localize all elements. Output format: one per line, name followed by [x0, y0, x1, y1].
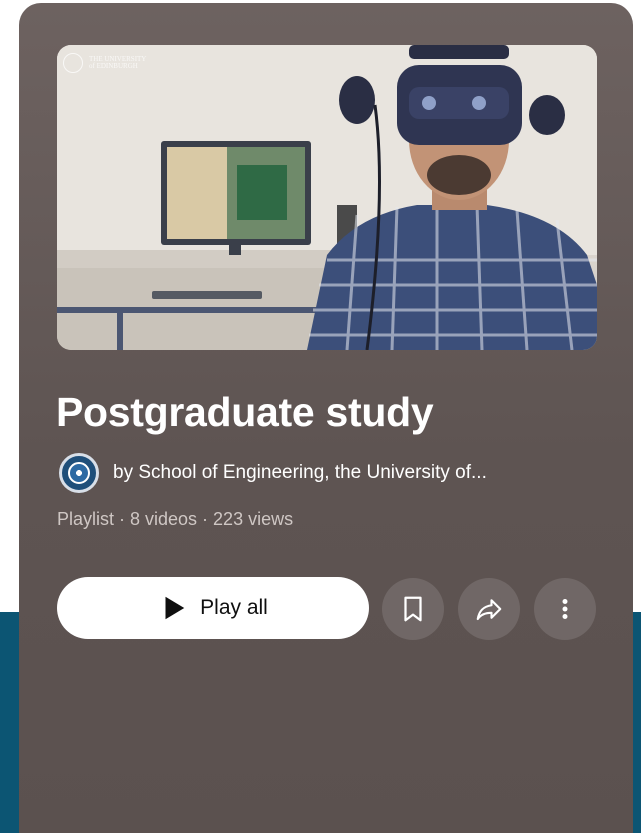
share-icon [476, 599, 502, 621]
play-all-label: Play all [200, 596, 268, 619]
playlist-meta: Playlist · 8 videos · 223 views [57, 509, 294, 529]
university-logo: THE UNIVERSITY of EDINBURGH [63, 53, 169, 73]
playlist-owner[interactable]: by School of Engineering, the University… [59, 453, 487, 493]
share-button[interactable] [458, 578, 520, 640]
play-icon [165, 596, 185, 620]
save-playlist-button[interactable] [382, 578, 444, 640]
play-all-button[interactable]: Play all [57, 577, 369, 639]
university-crest-icon [63, 53, 83, 73]
university-logo-text: THE UNIVERSITY of EDINBURGH [89, 55, 147, 70]
thumbnail-image [57, 45, 597, 350]
playlist-thumbnail[interactable]: THE UNIVERSITY of EDINBURGH [57, 45, 597, 350]
bookmark-icon [404, 596, 422, 622]
owner-name-link[interactable]: by School of Engineering, the University… [113, 462, 487, 484]
crest-icon [68, 462, 90, 484]
playlist-title: Postgraduate study [56, 389, 434, 435]
channel-avatar[interactable] [59, 453, 99, 493]
more-actions-button[interactable] [534, 578, 596, 640]
playlist-header-card: THE UNIVERSITY of EDINBURGH Postgraduate… [19, 3, 633, 833]
more-vert-icon [562, 599, 568, 619]
